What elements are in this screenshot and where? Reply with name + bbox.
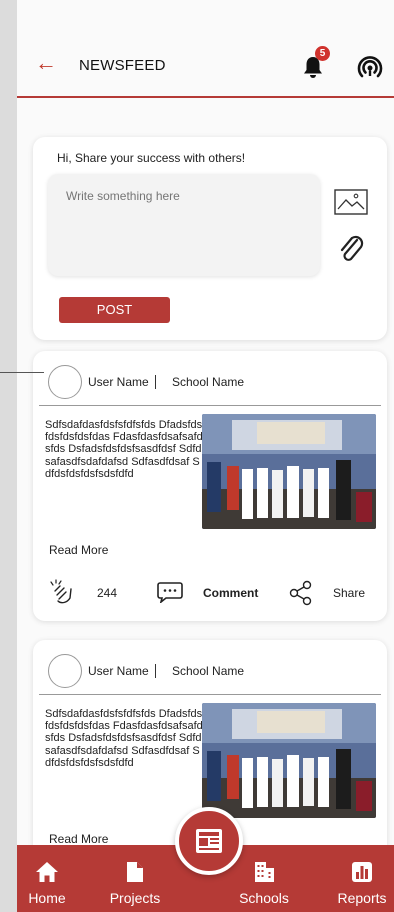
post-actions: 244 Comment Share [33, 579, 387, 609]
clap-icon[interactable] [49, 579, 75, 605]
comment-label[interactable]: Comment [203, 586, 258, 600]
avatar[interactable] [48, 654, 82, 688]
nav-reports-label: Reports [337, 890, 387, 906]
newsfeed-fab-button[interactable] [175, 807, 243, 875]
card-divider [39, 405, 381, 406]
app-bar: ← NEWSFEED 5 [17, 0, 394, 98]
post-text: Sdfsdafdasfdsfsfdfsfds Dfadsfdsfdsfdsfds… [45, 708, 203, 769]
share-icon[interactable] [288, 580, 314, 606]
post-button[interactable]: POST [59, 297, 170, 323]
share-label[interactable]: Share [333, 586, 365, 600]
building-icon [255, 862, 274, 882]
post-text-input[interactable] [48, 174, 320, 276]
nav-reports[interactable]: Reports [330, 845, 394, 912]
nav-projects-label: Projects [109, 890, 161, 906]
read-more-link[interactable]: Read More [49, 543, 108, 557]
nav-home[interactable]: Home [27, 845, 67, 912]
bar-chart-icon [352, 862, 372, 882]
read-more-link[interactable]: Read More [49, 832, 108, 846]
side-divider-line [0, 372, 44, 373]
image-attach-icon[interactable] [334, 189, 368, 215]
composer-title: Hi, Share your success with others! [57, 151, 246, 165]
nav-projects[interactable]: Projects [95, 845, 175, 912]
page-title: NEWSFEED [79, 57, 166, 74]
share-composer-card: Hi, Share your success with others! POST [33, 137, 387, 340]
document-icon [127, 862, 143, 882]
newspaper-icon [196, 829, 222, 853]
user-name[interactable]: User Name [88, 664, 156, 678]
school-name[interactable]: School Name [172, 664, 244, 678]
card-divider [39, 694, 381, 695]
nav-schools-label: Schools [239, 890, 289, 906]
post-text: Sdfsdafdasfdsfsfdfsfds Dfadsfdsfdsfdsfds… [45, 419, 203, 480]
notification-badge: 5 [315, 46, 330, 61]
paperclip-icon[interactable] [337, 234, 365, 264]
feed-post-card: User Name School Name Sdfsdafdasfdsfsfdf… [33, 351, 387, 621]
clap-count: 244 [97, 586, 118, 600]
comment-icon[interactable] [156, 581, 184, 603]
broadcast-icon[interactable] [357, 54, 383, 80]
arrow-left-icon[interactable]: ← [35, 52, 57, 74]
avatar[interactable] [48, 365, 82, 399]
post-photo[interactable] [202, 703, 376, 818]
app-screen: ← NEWSFEED 5 Hi, Share your success with… [17, 0, 394, 912]
user-name[interactable]: User Name [88, 375, 156, 389]
post-photo[interactable] [202, 414, 376, 529]
nav-home-label: Home [28, 890, 66, 906]
school-name[interactable]: School Name [172, 375, 244, 389]
home-icon [36, 862, 58, 882]
